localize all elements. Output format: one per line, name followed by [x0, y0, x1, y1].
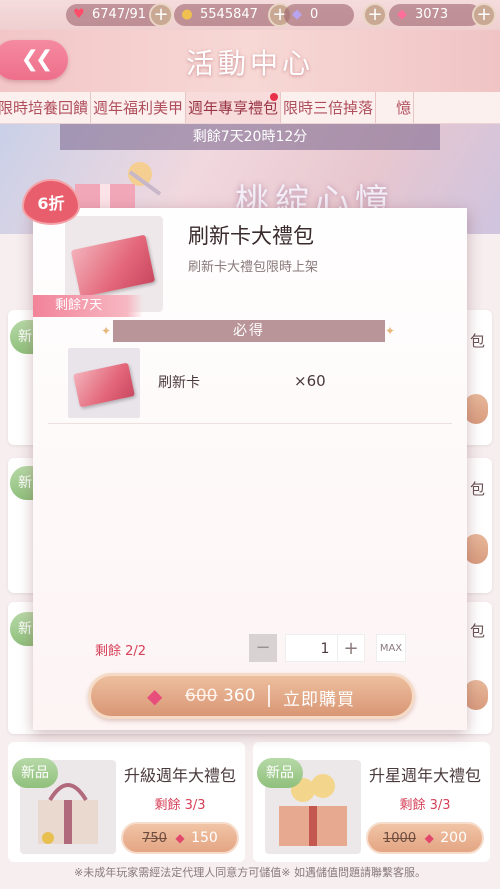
add-stamina-button[interactable]: +: [149, 3, 173, 27]
diamond-icon: ◆: [424, 831, 434, 845]
sale-price: 200: [440, 830, 467, 846]
stamina-value: 6747/91: [92, 7, 147, 22]
countdown-timer: 剩餘7天20時12分: [60, 124, 440, 150]
increase-quantity-button[interactable]: +: [337, 634, 365, 662]
add-diamond-button[interactable]: +: [472, 3, 496, 27]
header: ❮❮ 活動中心: [0, 30, 500, 92]
item-quantity: ×60: [294, 372, 326, 390]
divider: [268, 685, 270, 707]
guaranteed-header: 必得: [101, 320, 397, 342]
gold-value: 5545847: [200, 7, 258, 22]
buy-now-label: 立即購買: [283, 690, 355, 710]
crystal-icon: ◆: [292, 7, 302, 22]
diamond-icon: ◆: [175, 831, 185, 845]
card-title-fragment: 包: [470, 332, 486, 350]
pack-title: 刷新卡大禮包: [188, 224, 314, 248]
new-badge: 新品: [12, 758, 58, 788]
decrease-quantity-button[interactable]: −: [249, 634, 277, 662]
diamond-counter: ◆ 3073: [389, 4, 481, 26]
gift-card-star: 新品 升星週年大禮包 剩餘 3/3 1000 ◆ 200: [253, 742, 490, 862]
tab-anniversary-nail[interactable]: 週年福利美甲: [91, 92, 187, 123]
tab-memory[interactable]: 憶: [376, 92, 415, 123]
refresh-card-icon: [73, 362, 135, 408]
sale-price: 360: [223, 686, 256, 706]
buy-button-fragment[interactable]: [464, 534, 488, 564]
gift-name: 升級週年大禮包: [123, 766, 236, 785]
remaining-days-tag: 剩餘7天: [33, 295, 143, 317]
card-title-fragment: 包: [470, 622, 486, 640]
tab-anniversary-gift[interactable]: 週年專享禮包: [186, 92, 282, 123]
original-price: 600: [185, 686, 218, 706]
tab-anniversary-gift-label: 週年專享禮包: [188, 99, 279, 117]
buy-star-pack-button[interactable]: 1000 ◆ 200: [366, 822, 484, 854]
diamond-value: 3073: [415, 7, 449, 22]
page-title: 活動中心: [185, 47, 314, 80]
add-crystal-button[interactable]: +: [363, 3, 387, 27]
tab-triple-drop[interactable]: 限時三倍掉落: [281, 92, 377, 123]
max-quantity-button[interactable]: MAX: [376, 634, 406, 662]
gift-pack-popup: 刷新卡大禮包 刷新卡大禮包限時上架 剩餘7天 必得 刷新卡 ×60 剩餘 2/2…: [33, 208, 467, 730]
card-title-fragment: 包: [470, 480, 486, 498]
pack-subtitle: 刷新卡大禮包限時上架: [188, 260, 319, 275]
buy-button-fragment[interactable]: [464, 394, 488, 424]
buy-button-fragment[interactable]: [464, 680, 488, 710]
heart-icon: ♥: [73, 7, 85, 22]
diamond-icon: ◆: [397, 7, 407, 22]
original-price: 1000: [383, 831, 417, 846]
purchase-limit: 剩餘 2/2: [95, 644, 147, 659]
item-name: 刷新卡: [158, 375, 200, 391]
refresh-card-icon: [70, 234, 156, 298]
item-thumbnail: [68, 348, 140, 418]
crystal-value: 0: [310, 7, 319, 22]
footer-note: ※未成年玩家需經法定代理人同意方可儲值※ 如遇儲值問題請聯繫客服。: [74, 866, 426, 879]
resource-bar: ♥ 6747/91 + ● 5545847 + ◆ 0 + ◆ 3073 +: [0, 0, 500, 30]
new-badge: 新品: [257, 758, 303, 788]
reward-item-row: 刷新卡 ×60: [48, 344, 452, 424]
gift-stock: 剩餘 3/3: [399, 798, 451, 813]
crystal-counter: ◆ 0: [284, 4, 354, 26]
notification-dot: [270, 93, 279, 101]
diamond-icon: ◆: [147, 684, 163, 708]
discount-badge: 6折: [22, 179, 80, 225]
gift-name: 升星週年大禮包: [368, 766, 481, 785]
activity-tabs: 限時培養回饋 週年福利美甲 週年專享禮包 限時三倍掉落 憶: [0, 92, 500, 124]
cat-coin-icon: ●: [181, 7, 193, 22]
sale-price: 150: [191, 830, 218, 846]
buy-upgrade-pack-button[interactable]: 750 ◆ 150: [121, 822, 239, 854]
tab-training-reward[interactable]: 限時培養回饋: [0, 92, 92, 123]
original-price: 750: [142, 831, 167, 846]
gift-card-upgrade: 新品 升級週年大禮包 剩餘 3/3 750 ◆ 150: [8, 742, 245, 862]
gift-stock: 剩餘 3/3: [154, 798, 206, 813]
buy-now-button[interactable]: ◆ 600 360 立即購買: [88, 673, 415, 719]
